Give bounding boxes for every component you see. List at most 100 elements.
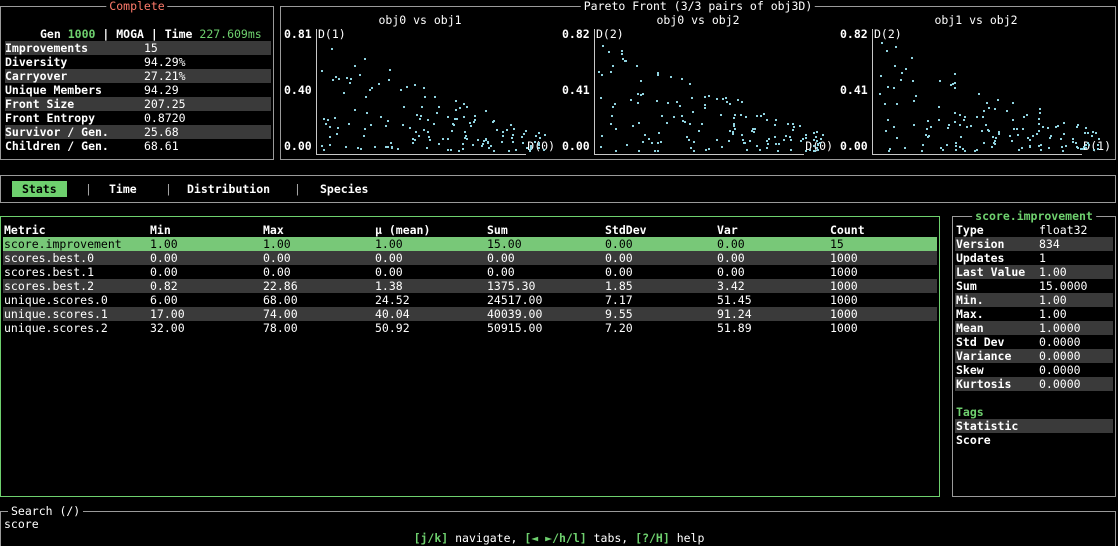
pareto-point	[792, 123, 794, 125]
column-header[interactable]: StdDev	[605, 223, 647, 237]
pareto-point	[893, 87, 895, 89]
pareto-point	[661, 115, 663, 117]
pareto-point	[1098, 138, 1100, 140]
pareto-point	[783, 139, 785, 141]
pareto-point	[740, 114, 742, 116]
pareto-point	[704, 104, 706, 106]
time-label: Time	[164, 27, 193, 41]
pareto-point	[638, 122, 640, 124]
pareto-point	[708, 95, 710, 97]
pareto-point	[742, 139, 744, 141]
detail-label: Updates	[956, 251, 1005, 265]
y-min-tick: 0.00	[284, 139, 312, 153]
detail-value: 0.0000	[1039, 363, 1081, 377]
pareto-point	[1022, 128, 1024, 130]
detail-value: 15.0000	[1039, 279, 1088, 293]
pareto-point	[896, 137, 898, 139]
table-row[interactable]: scores.best.2 0.82 22.86 1.38 1375.30 1.85 3.4…	[3, 279, 937, 293]
pareto-point	[1076, 126, 1078, 128]
pareto-point	[954, 112, 956, 114]
pareto-point	[502, 135, 504, 137]
pareto-point	[805, 134, 807, 136]
column-header[interactable]: Min	[150, 223, 171, 237]
column-header[interactable]: Metric	[4, 223, 46, 237]
table-cell: 24517.00	[487, 293, 543, 307]
pareto-point	[512, 141, 514, 143]
pareto-point	[387, 146, 389, 148]
pareto-point	[1013, 128, 1015, 130]
pareto-point	[412, 142, 414, 144]
tabs-hint-text: tabs,	[586, 531, 636, 545]
pareto-point	[981, 130, 983, 132]
pareto-point	[1057, 125, 1059, 127]
pareto-point	[970, 125, 972, 127]
table-row[interactable]: unique.scores.0 6.00 68.00 24.52 24517.00 7.1…	[3, 293, 937, 307]
table-row[interactable]: score.improvement 1.00 1.00 1.00 15.00 0.00 0.…	[3, 237, 937, 251]
detail-label: Mean	[956, 321, 984, 335]
pareto-point	[922, 144, 924, 146]
table-cell: 1375.30	[487, 279, 536, 293]
pareto-point	[766, 140, 768, 142]
tab-separator: |	[294, 182, 301, 196]
detail-row: Kurtosis 0.0000	[955, 377, 1113, 391]
column-header[interactable]: Max	[263, 223, 284, 237]
pareto-point	[426, 147, 428, 149]
tab-distribution[interactable]: Distribution	[184, 181, 273, 197]
pareto-point	[1017, 134, 1019, 136]
pareto-point	[436, 112, 438, 114]
pareto-point	[464, 131, 466, 133]
pareto-point	[756, 115, 758, 117]
status-title: Complete	[106, 0, 168, 13]
pareto-point	[1023, 116, 1025, 118]
table-row[interactable]: scores.best.1 0.00 0.00 0.00 0.00 0.00 0.00 100…	[3, 265, 937, 279]
tab-time[interactable]: Time	[106, 181, 140, 197]
metric-value: 15	[144, 41, 158, 55]
metric-row: Survivor / Gen. 25.68	[5, 125, 271, 139]
pareto-point	[651, 142, 653, 144]
pareto-point	[406, 86, 408, 88]
pareto-point	[380, 116, 382, 118]
tag-item: Statistic	[955, 419, 1113, 433]
pareto-point	[1082, 148, 1084, 150]
tab-species[interactable]: Species	[317, 181, 371, 197]
detail-label: Skew	[956, 363, 984, 377]
pareto-point	[433, 123, 435, 125]
pareto-point	[544, 134, 546, 136]
column-header[interactable]: Count	[830, 223, 865, 237]
pareto-point	[729, 130, 731, 132]
pareto-point	[601, 135, 603, 137]
tab-stats[interactable]: Stats	[12, 181, 67, 197]
table-cell: 40.04	[375, 307, 410, 321]
column-header[interactable]: μ (mean)	[375, 223, 430, 237]
pareto-point	[397, 148, 399, 150]
pareto-point	[511, 137, 513, 139]
search-input[interactable]: score	[4, 517, 39, 531]
pareto-point	[790, 149, 792, 151]
pareto-point	[893, 126, 895, 128]
pareto-point	[345, 146, 347, 148]
pareto-point	[523, 133, 525, 135]
pareto-point	[323, 118, 325, 120]
pareto-point	[963, 119, 965, 121]
pareto-point	[915, 95, 917, 97]
detail-row: Mean 1.0000	[955, 321, 1113, 335]
column-header[interactable]: Var	[717, 223, 738, 237]
table-row[interactable]: unique.scores.2 32.00 78.00 50.92 50915.00 7.…	[3, 321, 937, 335]
pareto-point	[1026, 114, 1028, 116]
pareto-point	[615, 150, 617, 152]
table-cell: 0.00	[605, 237, 633, 251]
pareto-point	[809, 149, 811, 151]
pareto-point	[974, 150, 976, 152]
pareto-point	[378, 83, 380, 85]
table-row[interactable]: unique.scores.1 17.00 74.00 40.04 40039.00 9.…	[3, 307, 937, 321]
column-header[interactable]: Sum	[487, 223, 508, 237]
pareto-point	[992, 136, 994, 138]
pareto-point	[901, 72, 903, 74]
pareto-point	[884, 103, 886, 105]
pareto-point	[879, 93, 881, 95]
table-row[interactable]: scores.best.0 0.00 0.00 0.00 0.00 0.00 0.00 100…	[3, 251, 937, 265]
detail-value: 1.0000	[1039, 321, 1081, 335]
pareto-point	[657, 150, 659, 152]
table-cell: 0.00	[717, 237, 745, 251]
pareto-point	[705, 149, 707, 151]
